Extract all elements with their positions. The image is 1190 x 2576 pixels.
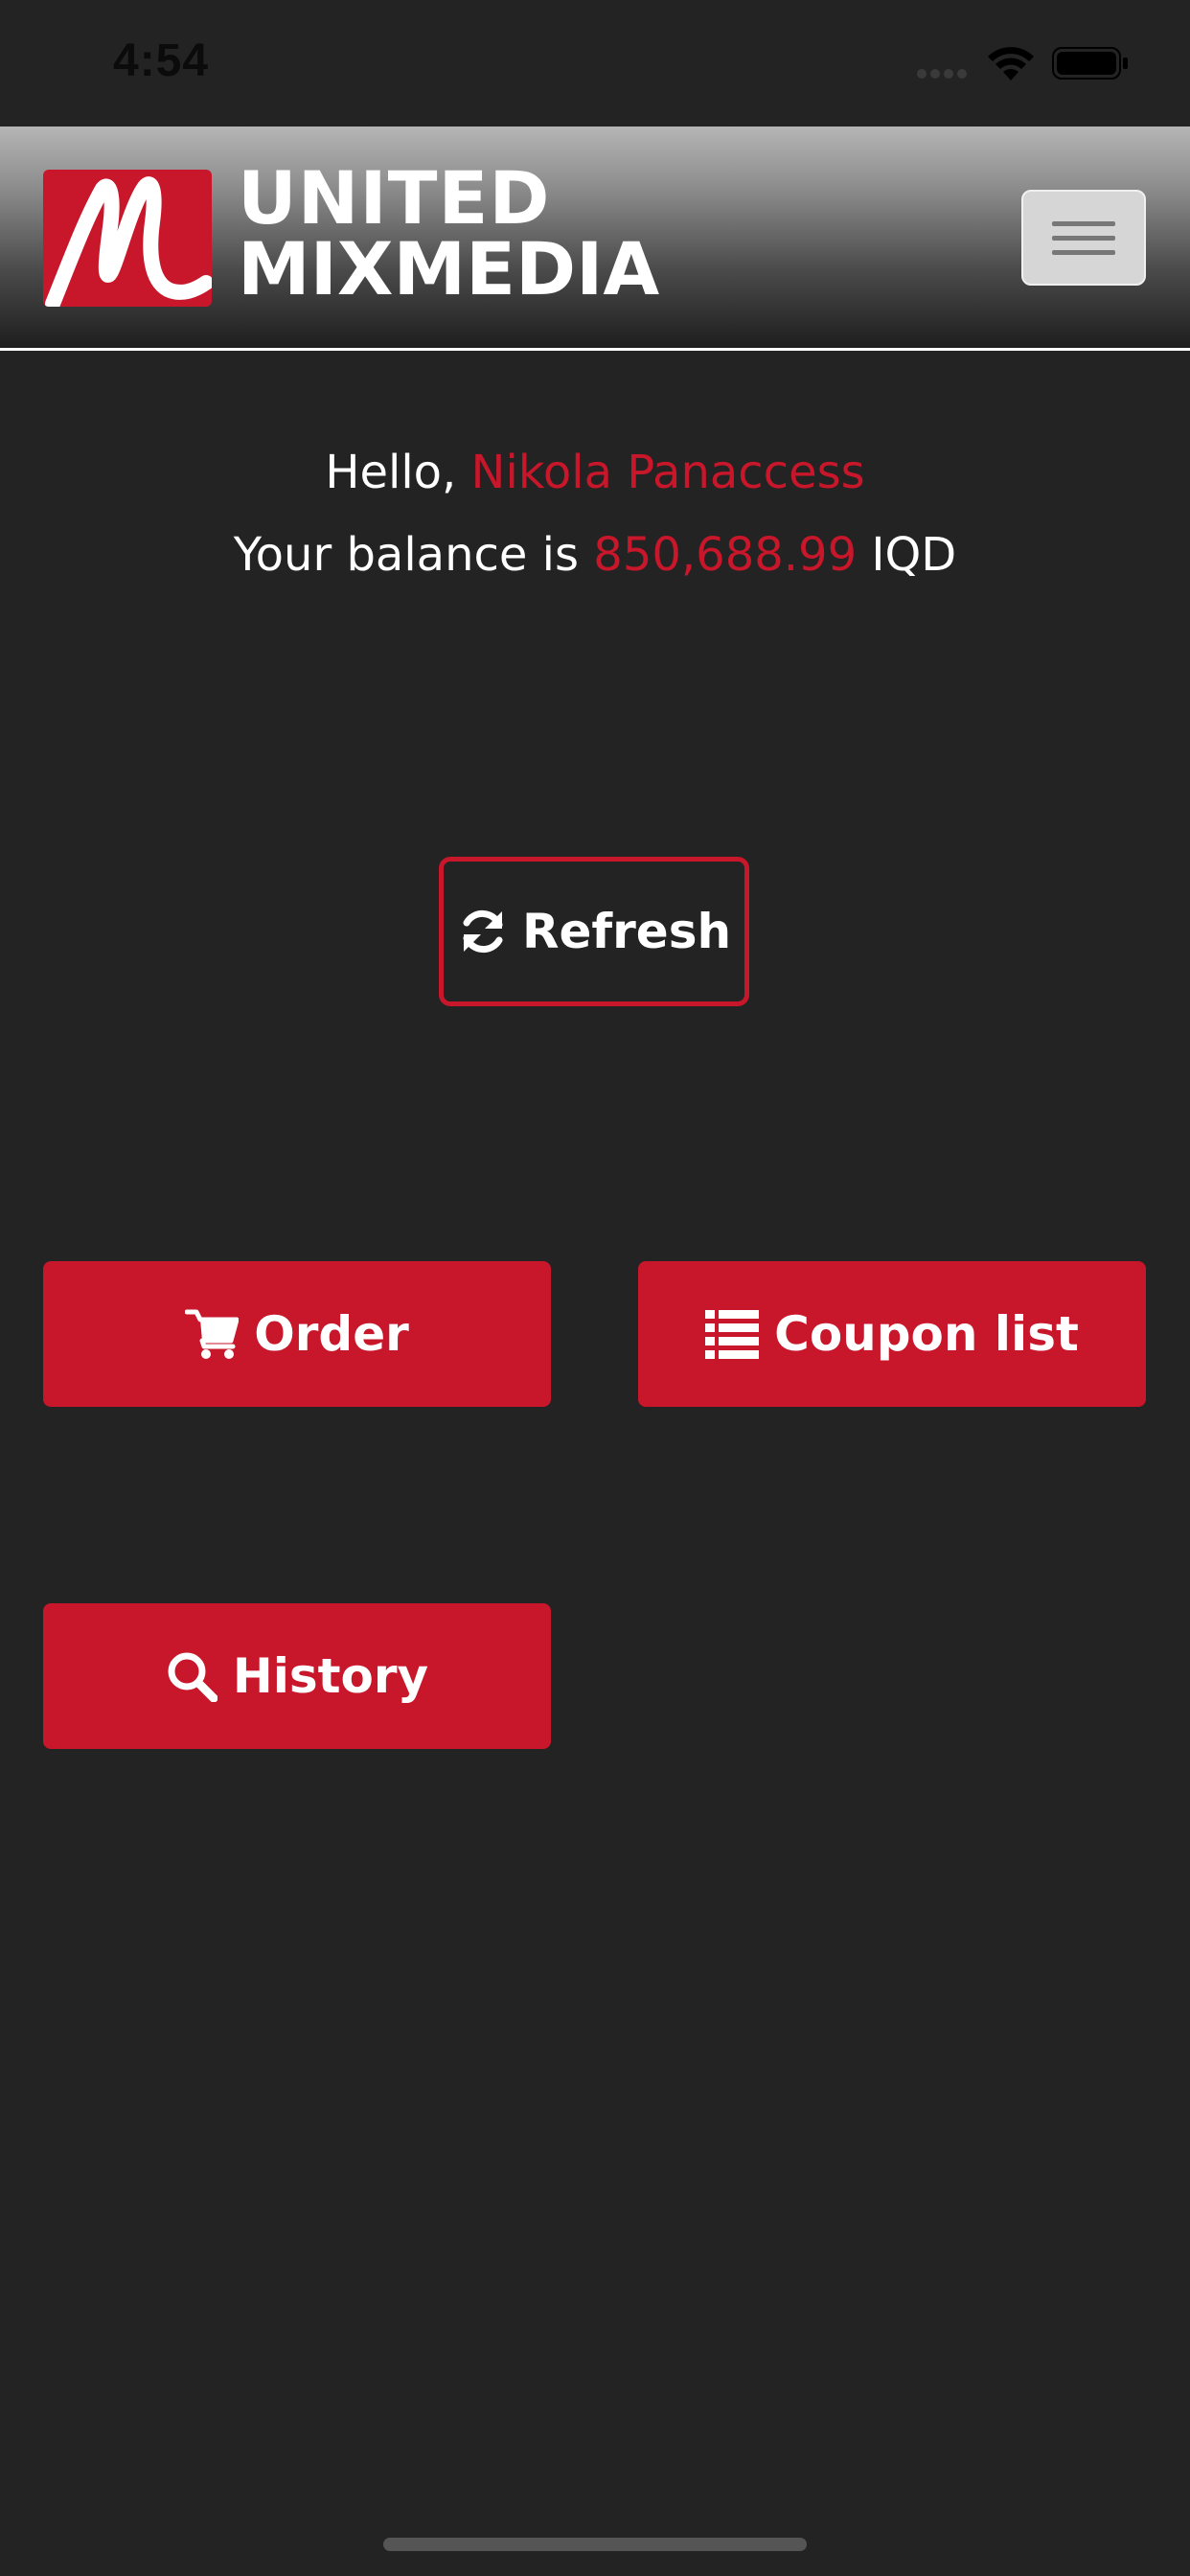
balance-line: Your balance is 850,688.99 IQD [0, 514, 1190, 596]
coupon-list-label: Coupon list [774, 1306, 1079, 1362]
battery-icon [1052, 47, 1128, 80]
order-label: Order [254, 1306, 409, 1362]
balance-amount: 850,688.99 [593, 528, 858, 582]
hello-prefix: Hello, [325, 446, 471, 499]
signal-icon [917, 69, 967, 79]
logo-mark-icon [43, 170, 212, 307]
home-indicator[interactable] [383, 2538, 807, 2551]
search-icon [168, 1652, 217, 1702]
status-bar: 4:54 [0, 0, 1190, 126]
order-button[interactable]: Order [43, 1261, 551, 1407]
app-screen: 4:54 UNITED MIXMEDIA Hello, Nikola Panac… [0, 0, 1190, 2576]
menu-toggle-button[interactable] [1021, 190, 1146, 286]
balance-prefix: Your balance is [233, 528, 594, 582]
wifi-icon [988, 47, 1034, 80]
hamburger-icon [1052, 220, 1115, 226]
hamburger-icon-bar [1052, 235, 1115, 241]
user-name: Nikola Panaccess [470, 446, 865, 499]
list-icon [705, 1310, 760, 1359]
logo-line-united: UNITED [238, 155, 551, 241]
balance-currency: IQD [857, 528, 957, 582]
shopping-cart-icon [185, 1309, 240, 1359]
history-button[interactable]: History [43, 1603, 551, 1749]
logo-wordmark: UNITED MIXMEDIA [238, 155, 660, 311]
refresh-icon [463, 909, 503, 954]
greeting-block: Hello, Nikola Panaccess Your balance is … [0, 431, 1190, 596]
refresh-label: Refresh [521, 904, 732, 959]
status-time: 4:54 [113, 35, 210, 86]
history-label: History [232, 1648, 429, 1704]
hamburger-icon-bar [1052, 249, 1115, 255]
refresh-button[interactable]: Refresh [439, 857, 749, 1006]
app-header: UNITED MIXMEDIA [0, 126, 1190, 351]
logo-line-mixmedia: MIXMEDIA [238, 226, 660, 311]
coupon-list-button[interactable]: Coupon list [638, 1261, 1146, 1407]
hello-line: Hello, Nikola Panaccess [0, 431, 1190, 514]
